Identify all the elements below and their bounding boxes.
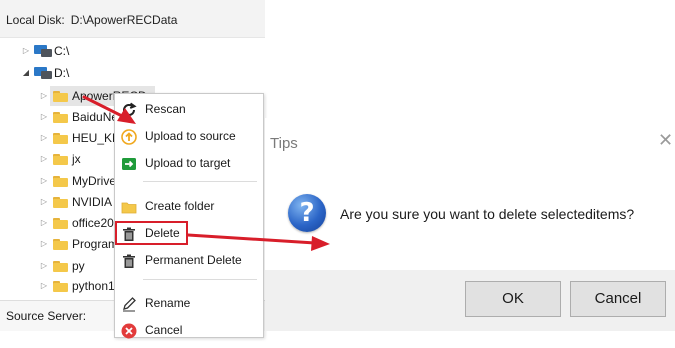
folder-icon	[53, 239, 68, 250]
dialog-title: Tips	[270, 135, 298, 152]
tree-item-label: Program	[72, 237, 119, 251]
upload-target-icon	[121, 155, 137, 171]
trash-icon	[121, 252, 137, 268]
collapsed-arrow-icon[interactable]: ▷	[39, 86, 49, 106]
local-disk-path: D:\ApowerRECData	[70, 13, 178, 27]
collapsed-arrow-icon[interactable]: ▷	[39, 276, 49, 296]
folder-icon	[53, 154, 68, 165]
tree-item-label: NVIDIA	[72, 195, 113, 209]
pencil-icon	[121, 295, 137, 312]
folder-icon	[53, 197, 68, 208]
tree-item-folder[interactable]: ▷ HEU_KM	[0, 128, 122, 148]
local-disk-path-bar: Local Disk: D:\ApowerRECData	[0, 0, 265, 38]
folder-icon	[53, 261, 68, 272]
tree-item-label: D:\	[54, 66, 70, 80]
menu-item-label: Upload to target	[145, 156, 231, 170]
folder-icon	[53, 176, 68, 187]
tree-item-folder[interactable]: ▷ python1	[0, 276, 115, 296]
folder-icon	[121, 198, 137, 214]
menu-item-label: Permanent Delete	[145, 253, 242, 267]
tips-dialog: Tips ✕ ? Are you sure you want to delete…	[265, 118, 675, 331]
folder-icon	[53, 281, 68, 292]
local-disk-label: Local Disk:	[6, 13, 65, 27]
menu-separator	[143, 181, 257, 182]
menu-separator	[143, 279, 257, 280]
tree-item-label: office20	[72, 216, 114, 230]
folder-icon	[53, 112, 68, 123]
menu-item-permanent-delete[interactable]: Permanent Delete	[115, 247, 263, 273]
tree-item-d-drive[interactable]: ◢ D:\	[0, 63, 120, 83]
menu-item-rescan[interactable]: Rescan	[115, 96, 263, 122]
delete-highlight-box	[115, 221, 188, 245]
cancel-icon	[121, 322, 137, 339]
menu-item-create-folder[interactable]: Create folder	[115, 193, 263, 219]
drive-icon	[34, 67, 52, 79]
tree-item-folder[interactable]: ▷ jx	[0, 149, 114, 169]
cancel-button[interactable]: Cancel	[570, 281, 666, 317]
upload-source-icon	[121, 128, 137, 145]
tree-item-label: MyDrive	[72, 174, 116, 188]
tree-item-folder[interactable]: ▷ Program	[0, 234, 118, 254]
collapsed-arrow-icon[interactable]: ▷	[39, 213, 49, 233]
drive-icon	[34, 45, 52, 57]
collapsed-arrow-icon[interactable]: ▷	[21, 41, 31, 61]
collapsed-arrow-icon[interactable]: ▷	[39, 171, 49, 191]
tree-item-label: jx	[72, 152, 81, 166]
tree-item-label: python1	[72, 279, 115, 293]
tree-item-folder[interactable]: ▷ NVIDIA	[0, 192, 114, 212]
menu-item-cancel[interactable]: Cancel	[115, 317, 263, 343]
tree-item-folder[interactable]: ▷ MyDrive	[0, 171, 116, 191]
collapsed-arrow-icon[interactable]: ▷	[39, 128, 49, 148]
dialog-message: Are you sure you want to delete selected…	[340, 206, 635, 222]
tree-item-label: BaiduNe	[72, 110, 119, 124]
folder-icon	[53, 91, 68, 102]
question-icon: ?	[288, 194, 326, 232]
refresh-icon	[121, 101, 137, 117]
menu-item-rename[interactable]: Rename	[115, 290, 263, 316]
collapsed-arrow-icon[interactable]: ▷	[39, 234, 49, 254]
tree-item-c-drive[interactable]: ▷ C:\	[0, 41, 120, 61]
collapsed-arrow-icon[interactable]: ▷	[39, 192, 49, 212]
folder-icon	[53, 218, 68, 229]
source-server-label: Source Server:	[6, 309, 87, 323]
menu-item-label: Create folder	[145, 199, 215, 213]
collapsed-arrow-icon[interactable]: ▷	[39, 107, 49, 127]
collapsed-arrow-icon[interactable]: ▷	[39, 256, 49, 276]
folder-icon	[53, 133, 68, 144]
context-menu: Rescan Upload to source Upload to target…	[114, 93, 264, 339]
menu-item-upload-to-source[interactable]: Upload to source	[115, 123, 263, 149]
collapsed-arrow-icon[interactable]: ▷	[39, 149, 49, 169]
tree-item-label: py	[72, 259, 85, 273]
tree-item-folder[interactable]: ▷ office20	[0, 213, 114, 233]
menu-item-upload-to-target[interactable]: Upload to target	[115, 150, 263, 176]
expanded-arrow-icon[interactable]: ◢	[21, 63, 31, 83]
menu-item-label: Upload to source	[145, 129, 236, 143]
ok-button[interactable]: OK	[465, 281, 561, 317]
tree-item-folder[interactable]: ▷ py	[0, 256, 114, 276]
menu-item-label: Cancel	[145, 323, 183, 337]
tree-item-label: C:\	[54, 44, 70, 58]
menu-item-label: Rename	[145, 296, 191, 310]
tree-item-folder[interactable]: ▷ BaiduNe	[0, 107, 118, 127]
close-icon[interactable]: ✕	[658, 131, 673, 149]
menu-item-label: Rescan	[145, 102, 186, 116]
